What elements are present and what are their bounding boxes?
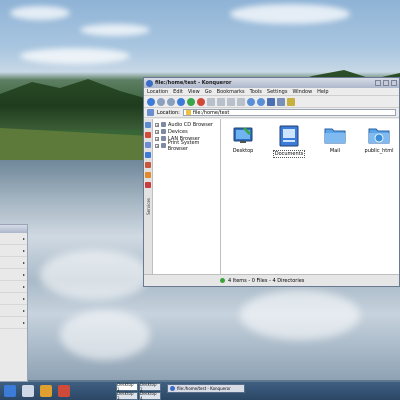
expand-icon[interactable]: +	[155, 129, 159, 134]
task-button-konqueror[interactable]: file:/home/test - Konqueror	[167, 384, 245, 393]
close-button[interactable]	[391, 80, 397, 86]
devices-icon	[161, 129, 166, 134]
tree-item-print-system[interactable]: + Print System Browser	[155, 140, 218, 152]
location-label: Location:	[157, 109, 180, 116]
file-item-desktop[interactable]: Desktop	[225, 125, 261, 154]
settings-gear-icon[interactable]	[22, 385, 34, 397]
file-item-public-html[interactable]: public_html	[361, 125, 397, 154]
file-view: Desktop Documents Mail public_html	[221, 119, 399, 274]
task-label: file:/home/test - Konqueror	[177, 386, 231, 391]
partial-window-left: ▸ ▸ ▸ ▸ ▸ ▸ ▸ ▸	[0, 224, 28, 382]
services-tree: + Audio CD Browser + Devices + LAN Brows…	[153, 119, 221, 274]
menu-settings[interactable]: Settings	[267, 89, 288, 95]
taskbar: Desktop 1 Desktop 2 Desktop 3 Desktop 4 …	[0, 382, 400, 400]
network-tab-icon[interactable]	[145, 152, 151, 158]
documents-folder-icon	[279, 125, 299, 147]
tree-item-devices[interactable]: + Devices	[155, 128, 218, 135]
main-toolbar	[144, 96, 399, 108]
content-area: Services + Audio CD Browser + Devices + …	[144, 119, 399, 274]
location-value: file:/home/test	[192, 109, 230, 116]
history-tab-icon[interactable]	[145, 132, 151, 138]
konqueror-task-icon	[170, 386, 175, 391]
sidebar-tabs: Services	[144, 119, 153, 274]
home-icon[interactable]	[177, 97, 185, 106]
status-indicator-icon	[220, 278, 225, 283]
partial-menu-row[interactable]: ▸	[0, 233, 27, 245]
menu-edit[interactable]: Edit	[173, 89, 183, 95]
file-item-documents[interactable]: Documents	[271, 125, 307, 158]
desktop-pager: Desktop 1 Desktop 2 Desktop 3 Desktop 4	[116, 382, 161, 400]
menu-bookmarks[interactable]: Bookmarks	[217, 89, 245, 95]
partial-menu-row[interactable]: ▸	[0, 305, 27, 317]
menu-go[interactable]: Go	[205, 89, 212, 95]
clear-location-icon[interactable]	[147, 109, 154, 116]
public-html-folder-icon	[368, 128, 390, 144]
window-titlebar[interactable]: file:/home/test - Konqueror	[144, 78, 399, 88]
list-view-icon[interactable]	[277, 97, 285, 106]
minimize-button[interactable]	[375, 80, 381, 86]
services-tab-icon[interactable]	[145, 182, 151, 188]
home-tab-icon[interactable]	[145, 142, 151, 148]
expand-icon[interactable]: +	[155, 143, 159, 148]
desktop-folder-icon	[233, 127, 253, 143]
kmenu-icon[interactable]	[4, 385, 16, 397]
partial-menu-row[interactable]: ▸	[0, 293, 27, 305]
detail-view-icon[interactable]	[287, 97, 295, 106]
menu-tools[interactable]: Tools	[250, 89, 262, 95]
root-tab-icon[interactable]	[145, 162, 151, 168]
printer-icon	[161, 143, 166, 148]
partial-menu-row[interactable]: ▸	[0, 269, 27, 281]
stop-icon[interactable]	[197, 97, 205, 106]
expand-icon[interactable]: +	[155, 122, 159, 127]
up-icon[interactable]	[147, 97, 155, 106]
tree-item-audio-cd[interactable]: + Audio CD Browser	[155, 121, 218, 128]
browser-icon[interactable]	[58, 385, 70, 397]
mail-folder-icon	[324, 128, 346, 144]
reload-icon[interactable]	[187, 97, 195, 106]
partial-window-titlebar	[0, 225, 27, 233]
paste-icon[interactable]	[227, 97, 235, 106]
partial-menu-row[interactable]: ▸	[0, 257, 27, 269]
konqueror-window: file:/home/test - Konqueror Location Edi…	[143, 77, 400, 287]
expand-icon[interactable]: +	[155, 136, 159, 141]
desktop-2-button[interactable]: Desktop 2	[139, 382, 161, 392]
konqueror-icon[interactable]	[146, 79, 153, 87]
maximize-button[interactable]	[383, 80, 389, 86]
desktop-1-button[interactable]: Desktop 1	[116, 382, 138, 392]
copy-icon[interactable]	[217, 97, 225, 106]
icon-view-icon[interactable]	[267, 97, 275, 106]
menu-location[interactable]: Location	[147, 89, 168, 95]
status-text: 4 Items - 0 Files - 4 Directories	[228, 277, 305, 284]
menu-window[interactable]: Window	[292, 89, 312, 95]
bookmarks-tab-icon[interactable]	[145, 122, 151, 128]
desktop-3-button[interactable]: Desktop 3	[116, 391, 138, 400]
print-icon[interactable]	[237, 97, 245, 106]
menu-help[interactable]: Help	[317, 89, 328, 95]
file-item-mail[interactable]: Mail	[317, 125, 353, 154]
partial-menu-row[interactable]: ▸	[0, 317, 27, 329]
desktop-4-button[interactable]: Desktop 4	[139, 391, 161, 400]
media-tab-icon[interactable]	[145, 172, 151, 178]
home-folder-icon[interactable]	[40, 385, 52, 397]
audio-cd-icon	[161, 122, 166, 127]
location-bar: Location: file:/home/test	[144, 108, 399, 118]
lan-icon	[161, 136, 166, 141]
menu-view[interactable]: View	[188, 89, 200, 95]
location-input[interactable]: file:/home/test	[182, 109, 396, 116]
status-bar: 4 Items - 0 Files - 4 Directories	[144, 274, 399, 286]
partial-menu-row[interactable]: ▸	[0, 245, 27, 257]
forward-icon[interactable]	[167, 97, 175, 106]
back-icon[interactable]	[157, 97, 165, 106]
zoom-in-icon[interactable]	[247, 97, 255, 106]
menubar: Location Edit View Go Bookmarks Tools Se…	[144, 88, 399, 96]
window-title: file:/home/test - Konqueror	[155, 80, 232, 86]
folder-icon	[185, 110, 191, 115]
services-tab-label[interactable]: Services	[146, 198, 151, 215]
cut-icon[interactable]	[207, 97, 215, 106]
partial-menu-row[interactable]: ▸	[0, 281, 27, 293]
zoom-out-icon[interactable]	[257, 97, 265, 106]
